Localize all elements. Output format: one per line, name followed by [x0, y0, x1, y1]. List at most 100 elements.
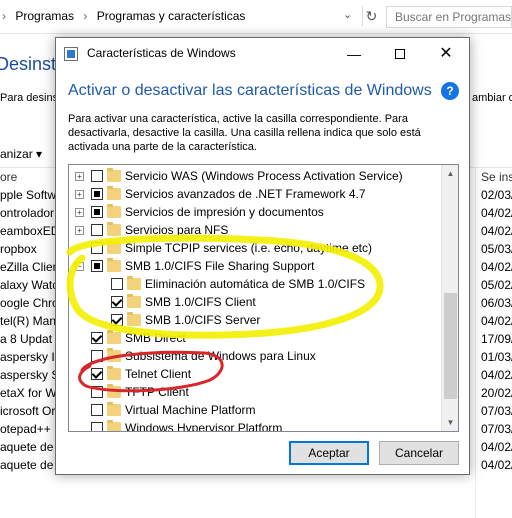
column-header-name[interactable]: ore [0, 168, 17, 186]
feature-checkbox[interactable] [91, 422, 103, 431]
refresh-icon[interactable]: ↻ [362, 6, 380, 26]
program-name: eZilla Clien [0, 260, 60, 274]
dialog-titlebar[interactable]: Características de Windows — ✕ [56, 38, 469, 70]
chevron-down-icon[interactable]: ⌄ [343, 8, 357, 24]
folder-icon [107, 330, 121, 344]
breadcrumb-programs[interactable]: Programas [15, 9, 74, 23]
feature-row[interactable]: + Servicios avanzados de .NET Framework 4… [69, 185, 441, 203]
column-header-date[interactable]: Se inst [481, 168, 512, 186]
breadcrumb: › Programas › Programas y característica… [2, 9, 246, 23]
feature-label: Subsistema de Windows para Linux [125, 349, 316, 363]
feature-label: Virtual Machine Platform [125, 403, 256, 417]
program-name: ontrolador [0, 206, 55, 220]
feature-label: Windows Hypervisor Platform [125, 421, 283, 432]
close-button[interactable]: ✕ [423, 38, 469, 70]
folder-icon [107, 186, 121, 200]
feature-row[interactable]: − SMB 1.0/CIFS File Sharing Support [69, 257, 441, 275]
folder-icon [107, 168, 121, 182]
folder-icon [127, 294, 141, 308]
scroll-up-icon[interactable]: ▲ [442, 165, 458, 182]
program-name: oogle Chro [0, 296, 59, 310]
program-name: icrosoft Or [0, 404, 56, 418]
program-install-date: 05/03/ [481, 242, 512, 256]
feature-label: Telnet Client [125, 367, 192, 381]
expand-icon[interactable]: + [75, 172, 84, 181]
folder-icon [127, 276, 141, 290]
help-icon[interactable]: ? [441, 82, 459, 100]
folder-icon [107, 366, 121, 380]
feature-checkbox[interactable] [91, 242, 103, 254]
program-name: otepad++ [0, 422, 51, 436]
feature-row[interactable]: + Servicios para NFS [69, 221, 441, 239]
folder-icon [107, 204, 121, 218]
feature-checkbox[interactable] [111, 296, 123, 308]
feature-checkbox[interactable] [91, 188, 103, 200]
feature-checkbox[interactable] [91, 332, 103, 344]
expand-icon[interactable]: + [75, 190, 84, 199]
program-name: tel(R) Man [0, 314, 57, 328]
feature-row[interactable]: SMB 1.0/CIFS Client [69, 293, 441, 311]
program-name: a 8 Updat [0, 332, 53, 346]
feature-label: Servicios avanzados de .NET Framework 4.… [125, 187, 366, 201]
maximize-button[interactable] [377, 38, 423, 70]
page-description: Para desins [0, 92, 59, 104]
folder-icon [107, 348, 121, 362]
feature-checkbox[interactable] [91, 206, 103, 218]
feature-checkbox[interactable] [111, 278, 123, 290]
minimize-button[interactable]: — [331, 38, 377, 70]
feature-row[interactable]: Windows Hypervisor Platform [69, 419, 441, 432]
feature-row[interactable]: Virtual Machine Platform [69, 401, 441, 419]
program-install-date: 04/02/ [481, 260, 512, 274]
program-install-date: 01/03/ [481, 350, 512, 364]
feature-row[interactable]: Telnet Client [69, 365, 441, 383]
feature-label: Servicios para NFS [125, 223, 229, 237]
program-name: etaX for W [0, 386, 57, 400]
feature-label: TFTP Client [125, 385, 189, 399]
feature-row[interactable]: Simple TCPIP services (i.e. echo, daytim… [69, 239, 441, 257]
breadcrumb-programs-features[interactable]: Programas y características [97, 9, 246, 23]
expand-icon[interactable]: + [75, 208, 84, 217]
folder-icon [107, 240, 121, 254]
feature-checkbox[interactable] [91, 260, 103, 272]
accept-button[interactable]: Aceptar [289, 441, 369, 465]
program-install-date: 04/02/ [481, 206, 512, 220]
program-install-date: 04/02/ [481, 224, 512, 238]
feature-row[interactable]: + Servicio WAS (Windows Process Activatio… [69, 167, 441, 185]
feature-checkbox[interactable] [111, 314, 123, 326]
vertical-scrollbar[interactable]: ▲ ▼ [441, 165, 458, 431]
scroll-thumb[interactable] [444, 293, 457, 399]
feature-row[interactable]: + Servicios de impresión y documentos [69, 203, 441, 221]
collapse-icon[interactable]: − [75, 262, 84, 271]
program-install-date: 06/03/ [481, 296, 512, 310]
address-bar: › Programas › Programas y característica… [0, 0, 512, 34]
feature-checkbox[interactable] [91, 404, 103, 416]
feature-label: Servicio WAS (Windows Process Activation… [125, 169, 403, 183]
window-features-icon [64, 47, 78, 61]
expand-icon[interactable]: + [75, 226, 84, 235]
feature-label: SMB 1.0/CIFS Server [145, 313, 261, 327]
feature-row[interactable]: SMB Direct [69, 329, 441, 347]
cancel-button[interactable]: Cancelar [379, 441, 459, 465]
folder-icon [107, 420, 121, 431]
dialog-title: Características de Windows [87, 46, 236, 60]
windows-features-dialog: Características de Windows — ✕ Activar o… [55, 37, 470, 475]
dropdown-arrow-icon: ▾ [36, 147, 43, 161]
program-install-date: 07/03/ [481, 404, 512, 418]
program-install-date: 04/02/ [481, 368, 512, 382]
feature-checkbox[interactable] [91, 224, 103, 236]
feature-row[interactable]: Subsistema de Windows para Linux [69, 347, 441, 365]
feature-checkbox[interactable] [91, 170, 103, 182]
feature-row[interactable]: Eliminación automática de SMB 1.0/CIFS [69, 275, 441, 293]
organize-button[interactable]: anizar ▾ [0, 147, 42, 161]
scroll-down-icon[interactable]: ▼ [442, 414, 458, 431]
program-name: pple Softwa [0, 188, 63, 202]
program-install-date: 20/02/ [481, 386, 512, 400]
program-install-date: 02/03/ [481, 188, 512, 202]
feature-label: Simple TCPIP services (i.e. echo, daytim… [125, 241, 372, 255]
feature-checkbox[interactable] [91, 350, 103, 362]
feature-row[interactable]: TFTP Client [69, 383, 441, 401]
search-input[interactable]: Buscar en Programas y características [386, 6, 512, 28]
feature-row[interactable]: SMB 1.0/CIFS Server [69, 311, 441, 329]
feature-checkbox[interactable] [91, 368, 103, 380]
feature-checkbox[interactable] [91, 386, 103, 398]
